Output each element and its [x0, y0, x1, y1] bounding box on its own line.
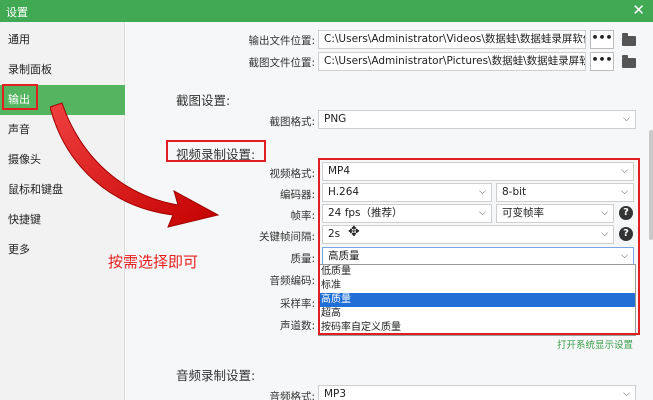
- screenshot-format-label: 截图格式:: [269, 116, 315, 128]
- close-icon[interactable]: ✕: [632, 1, 645, 19]
- fps-label: 帧率:: [290, 210, 315, 222]
- chevron-down-icon: ⌵: [623, 114, 630, 124]
- video-folder-label: 输出文件位置:: [248, 35, 315, 47]
- sidebar-item-general[interactable]: 通用: [0, 25, 125, 55]
- video-format-label: 视频格式:: [269, 168, 315, 180]
- audio-format-label: 音频格式:: [269, 391, 315, 400]
- red-arrow-icon: [50, 102, 220, 228]
- screenshot-folder-open-icon[interactable]: [622, 55, 636, 68]
- open-system-display-link[interactable]: 打开系统显示设置: [557, 337, 633, 351]
- video-options-highlight-box: [318, 158, 640, 335]
- annotation-text: 按需选择即可: [108, 253, 199, 271]
- screenshot-folder-field[interactable]: C:\Users\Administrator\Pictures\数据蛙\数据蛙录…: [318, 52, 586, 71]
- video-folder-browse-button[interactable]: •••: [590, 30, 614, 49]
- screenshot-format-select[interactable]: PNG ⌵: [318, 110, 636, 129]
- audio-format-value: MP3: [324, 388, 347, 400]
- video-folder-field[interactable]: C:\Users\Administrator\Videos\数据蛙\数据蛙录屏软…: [318, 30, 586, 49]
- output-highlight-box: [2, 84, 38, 110]
- encoder-label: 编码器:: [279, 189, 315, 201]
- window-title: 设置: [6, 6, 28, 19]
- sample-rate-label: 采样率:: [279, 298, 315, 310]
- keyframe-interval-label: 关键帧间隔:: [258, 231, 315, 243]
- audio-format-select[interactable]: MP3 ⌵: [318, 385, 636, 400]
- screenshot-format-value: PNG: [324, 113, 347, 125]
- chevron-down-icon: ⌵: [623, 389, 630, 399]
- content-scrollbar[interactable]: [649, 130, 653, 240]
- quality-label: 质量:: [290, 253, 315, 265]
- screenshot-folder-label: 截图文件位置:: [248, 57, 315, 69]
- title-bar: 设置 ✕: [0, 0, 653, 22]
- audio-settings-heading: 音频录制设置:: [176, 368, 256, 383]
- channels-label: 声道数:: [279, 320, 315, 332]
- screenshot-folder-browse-button[interactable]: •••: [590, 52, 614, 71]
- sidebar-item-record-panel[interactable]: 录制面板: [0, 55, 125, 85]
- video-folder-open-icon[interactable]: [622, 33, 636, 46]
- audio-codec-label: 音频编码:: [269, 275, 315, 287]
- sidebar-item-more[interactable]: 更多: [0, 235, 125, 265]
